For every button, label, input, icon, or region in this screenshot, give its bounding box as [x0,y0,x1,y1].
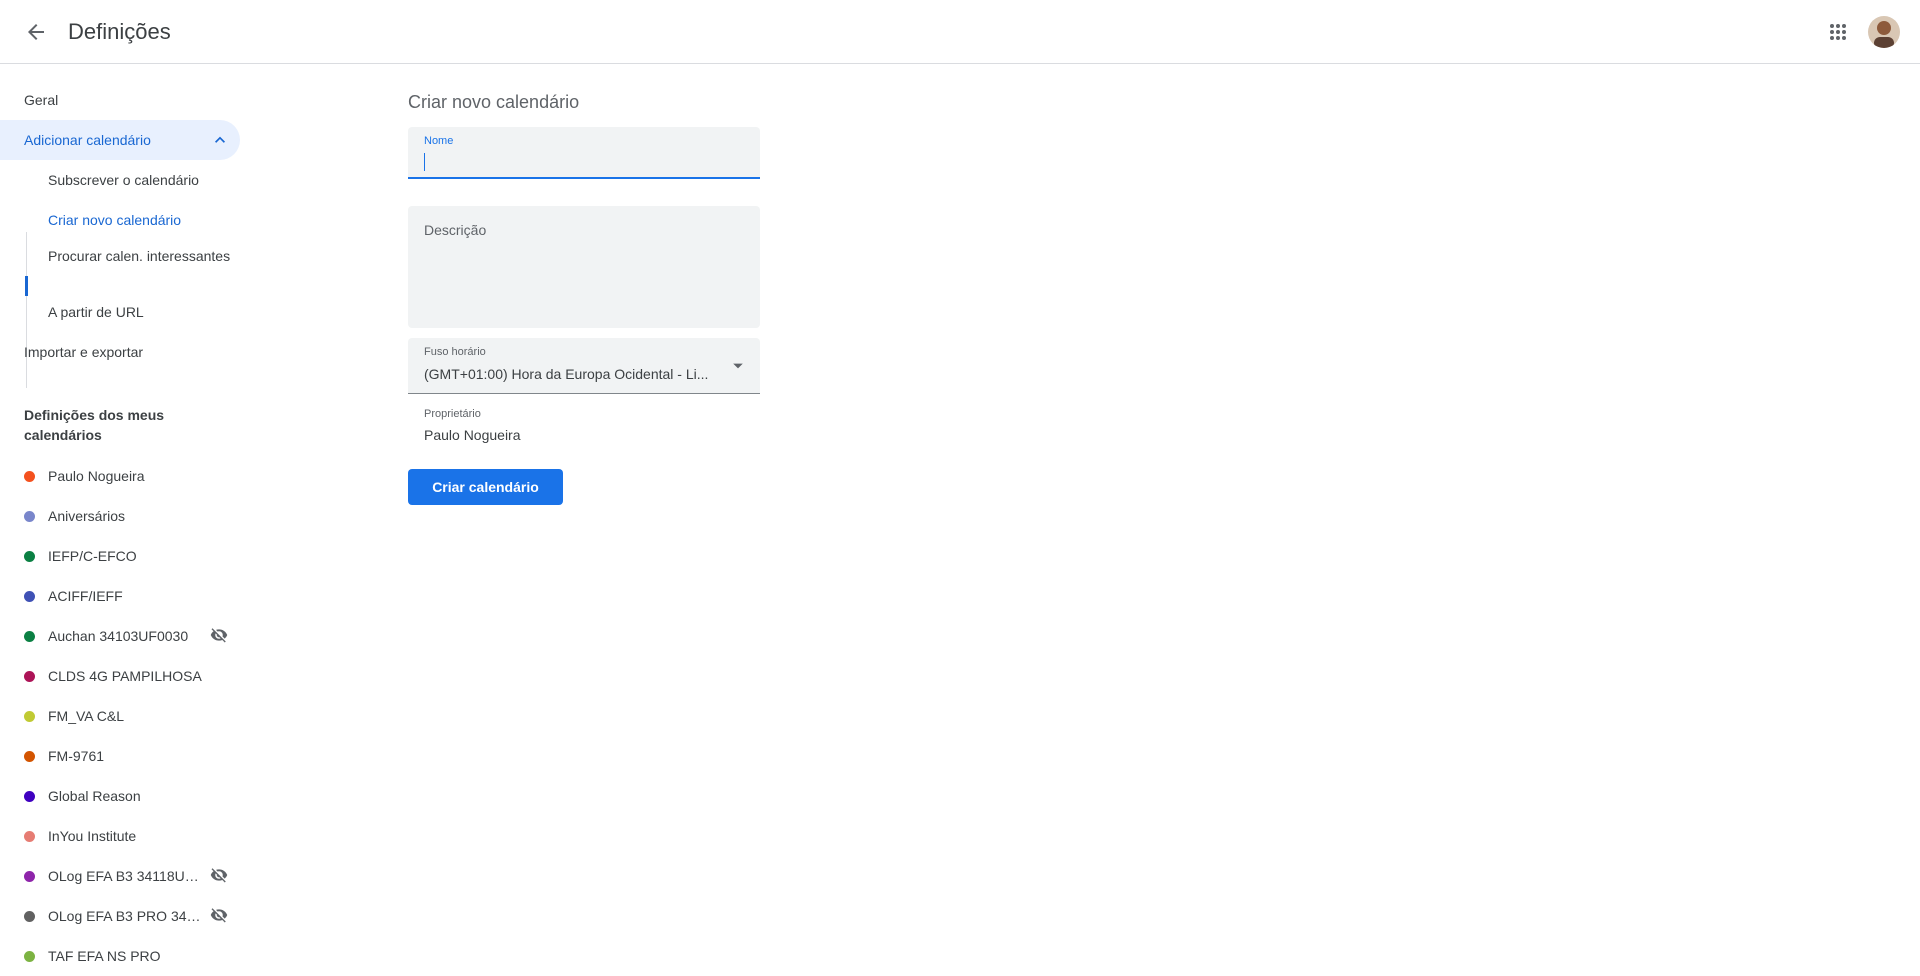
calendar-item[interactable]: ACIFF/IEFF [0,576,240,616]
calendar-color-dot [24,551,35,562]
calendar-label: InYou Institute [48,828,137,844]
apps-grid-icon [1830,24,1846,40]
calendar-label: FM-9761 [48,748,105,764]
timezone-label: Fuso horário [424,346,486,358]
calendar-item[interactable]: InYou Institute [0,816,240,856]
calendar-item[interactable]: OLog EFA B3 PRO 3411… [0,896,240,936]
calendar-label: FM_VA C&L [48,708,124,724]
sub-item-browse-interesting[interactable]: Procurar calen. interessantes [48,246,238,266]
sub-item-from-url[interactable]: A partir de URL [48,302,238,322]
calendar-item[interactable]: CLDS 4G PAMPILHOSA [0,656,240,696]
create-calendar-button[interactable]: Criar calendário [408,469,563,505]
owner-value: Paulo Nogueira [424,427,521,443]
page-title: Definições [68,19,171,44]
nav-item-import-export[interactable]: Importar e exportar [0,332,240,372]
description-field[interactable]: Descrição [408,206,760,328]
calendar-item[interactable]: OLog EFA B3 34118UF… [0,856,240,896]
chevron-up-icon [215,136,225,143]
calendar-item[interactable]: Paulo Nogueira [0,456,240,496]
description-placeholder: Descrição [424,222,487,238]
arrow-back-icon [28,24,44,40]
visibility-off-icon[interactable] [210,866,228,884]
calendar-color-dot [24,831,35,842]
calendar-color-dot [24,871,35,882]
calendar-item[interactable]: Auchan 34103UF0030 [0,616,240,656]
settings-sidebar: Geral Adicionar calendário Subscrever o … [0,64,256,964]
calendar-label: TAF EFA NS PRO [48,948,161,964]
calendar-color-dot [24,591,35,602]
calendar-item[interactable]: Aniversários [0,496,240,536]
nav-item-label: Adicionar calendário [24,132,151,148]
avatar[interactable] [1868,16,1900,48]
visibility-off-icon[interactable] [210,906,228,924]
calendar-item[interactable]: Global Reason [0,776,240,816]
timezone-select[interactable]: Fuso horário (GMT+01:00) Hora da Europa … [408,338,760,394]
calendar-item[interactable]: IEFP/C-EFCO [0,536,240,576]
calendar-color-dot [24,631,35,642]
calendar-label: Paulo Nogueira [48,468,145,484]
calendar-label: OLog EFA B3 PRO 3411… [48,908,203,924]
calendar-label: Global Reason [48,788,141,804]
back-button[interactable] [16,12,56,52]
name-field[interactable]: Nome [408,127,760,179]
calendar-label: OLog EFA B3 34118UF… [48,868,203,884]
apps-button[interactable] [1818,12,1858,52]
calendar-color-dot [24,511,35,522]
sub-item-subscribe[interactable]: Subscrever o calendário [48,170,238,190]
calendar-color-dot [24,951,35,962]
timezone-value: (GMT+01:00) Hora da Europa Ocidental - L… [424,366,709,382]
calendar-color-dot [24,751,35,762]
nav-item-general[interactable]: Geral [0,80,240,120]
calendar-label: ACIFF/IEFF [48,588,123,604]
sub-item-create-new[interactable]: Criar novo calendário [48,210,238,230]
calendar-color-dot [24,791,35,802]
form-heading: Criar novo calendário [408,92,580,112]
calendar-color-dot [24,911,35,922]
dropdown-arrow-icon [733,363,743,369]
owner-label: Proprietário [424,408,481,420]
calendar-color-dot [24,711,35,722]
calendar-item[interactable]: FM-9761 [0,736,240,776]
visibility-off-icon[interactable] [210,626,228,644]
calendar-label: CLDS 4G PAMPILHOSA [48,668,202,684]
top-bar: Definições [0,0,1920,64]
calendar-label: Aniversários [48,508,126,524]
calendar-item[interactable]: TAF EFA NS PRO [0,936,240,976]
my-calendars-title: Definições dos meus calendários [24,407,165,443]
text-caret [424,153,425,171]
calendar-label: Auchan 34103UF0030 [48,628,189,644]
calendar-color-dot [24,671,35,682]
active-indicator [25,276,28,296]
calendar-item[interactable]: FM_VA C&L [0,696,240,736]
calendar-label: IEFP/C-EFCO [48,548,137,564]
nav-item-add-calendar[interactable]: Adicionar calendário [0,120,240,160]
name-field-label: Nome [424,135,454,147]
calendar-color-dot [24,471,35,482]
